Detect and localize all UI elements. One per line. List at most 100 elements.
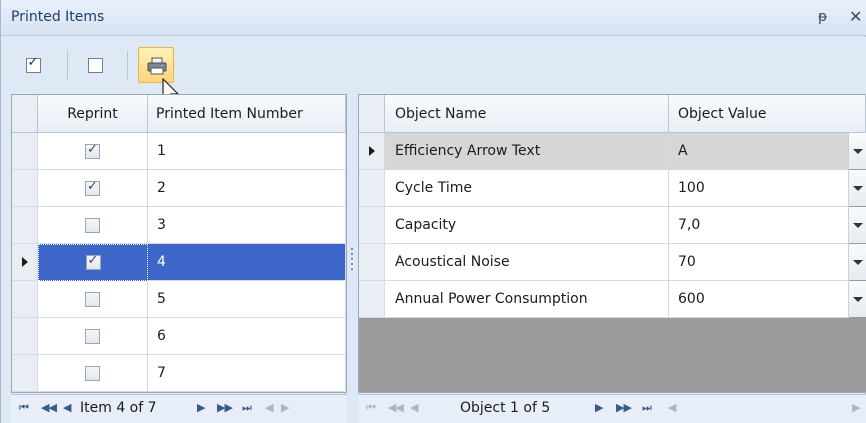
reprint-checkbox[interactable]: ✓ — [85, 178, 100, 196]
reprint-checkbox[interactable]: ✓ — [85, 253, 101, 270]
printed-items-panel: Printed Items ᵽ ✕ ✓ Reprint Printed Item… — [0, 0, 866, 423]
object-navigator: ⏮ ◀◀ ◀ Object 1 of 5 ▶ ▶▶ ⏭ ◀ ▶ — [358, 394, 866, 423]
reprint-cell[interactable]: ✓ — [38, 170, 148, 207]
toolbar-separator — [67, 51, 68, 79]
scroll-left-icon[interactable]: ◀ — [265, 401, 274, 414]
check-all-icon: ✓ — [25, 55, 41, 73]
object-name-cell[interactable]: Capacity — [385, 207, 669, 244]
previous-record-icon[interactable]: ◀ — [63, 401, 72, 414]
object-name-cell[interactable]: Acoustical Noise — [385, 244, 669, 281]
row-indicator[interactable] — [12, 170, 38, 207]
object-name-cell[interactable]: Annual Power Consumption — [385, 281, 669, 318]
value-dropdown-button[interactable] — [848, 133, 866, 169]
toolbar: ✓ — [1, 37, 866, 94]
scroll-left-icon[interactable]: ◀ — [668, 401, 677, 414]
printed-item-number-cell[interactable]: 4 — [148, 244, 346, 281]
reprint-cell[interactable] — [38, 207, 148, 244]
chevron-down-icon — [852, 296, 863, 302]
item-navigator: ⏮ ◀◀ ◀ Item 4 of 7 ▶ ▶▶ ⏭ ◀ ▶ — [11, 394, 347, 423]
value-dropdown-button[interactable] — [848, 170, 866, 206]
row-indicator[interactable] — [12, 355, 38, 392]
object-position-text: Object 1 of 5 — [460, 400, 551, 416]
previous-page-icon[interactable]: ◀◀ — [41, 401, 57, 414]
column-header-object-value[interactable]: Object Value — [669, 95, 866, 133]
object-name-cell[interactable]: Cycle Time — [385, 170, 669, 207]
value-dropdown-button[interactable] — [848, 207, 866, 243]
reprint-cell[interactable] — [38, 355, 148, 392]
chevron-down-icon — [852, 259, 863, 265]
column-header-printed-item-number[interactable]: Printed Item Number — [148, 95, 346, 133]
object-values-grid: Object Name Object Value Efficiency Arro… — [358, 94, 866, 393]
next-record-icon[interactable]: ▶ — [595, 401, 604, 414]
item-position-text: Item 4 of 7 — [80, 400, 157, 416]
object-value-cell[interactable]: 7,0 — [669, 207, 849, 244]
previous-page-icon[interactable]: ◀◀ — [388, 401, 404, 414]
reprint-cell[interactable]: ✓ — [38, 133, 148, 170]
chevron-down-icon — [852, 222, 863, 228]
panel-title: Printed Items — [11, 9, 105, 25]
close-icon[interactable]: ✕ — [849, 7, 862, 26]
object-name-cell[interactable]: Efficiency Arrow Text — [385, 133, 669, 170]
value-dropdown-button[interactable] — [848, 281, 866, 317]
printed-item-number-cell[interactable]: 7 — [148, 355, 346, 392]
row-indicator[interactable] — [359, 207, 385, 244]
object-value-cell[interactable]: 70 — [669, 244, 849, 281]
previous-record-icon[interactable]: ◀ — [410, 401, 419, 414]
print-icon — [147, 57, 167, 75]
reprint-checkbox[interactable] — [85, 291, 100, 307]
checkmark-icon: ✓ — [87, 141, 98, 157]
pin-icon[interactable]: ᵽ — [818, 9, 827, 25]
row-indicator[interactable] — [12, 318, 38, 355]
reprint-cell[interactable] — [38, 281, 148, 318]
printed-item-number-cell[interactable]: 1 — [148, 133, 346, 170]
column-header-object-name[interactable]: Object Name — [385, 95, 669, 133]
column-header-reprint[interactable]: Reprint — [38, 95, 148, 133]
object-value-cell[interactable]: 600 — [669, 281, 849, 318]
reprint-checkbox[interactable] — [85, 328, 100, 344]
printed-item-number-cell[interactable]: 6 — [148, 318, 346, 355]
panel-titlebar: Printed Items ᵽ ✕ — [1, 0, 866, 36]
last-record-icon[interactable]: ⏭ — [242, 401, 252, 415]
chevron-down-icon — [852, 185, 863, 191]
checkmark-icon: ✓ — [87, 178, 98, 194]
next-page-icon[interactable]: ▶▶ — [217, 401, 233, 414]
reprint-checkbox[interactable]: ✓ — [85, 141, 100, 159]
object-value-cell[interactable]: A — [669, 133, 849, 170]
row-indicator[interactable] — [12, 133, 38, 170]
printed-item-number-cell[interactable]: 2 — [148, 170, 346, 207]
first-record-icon[interactable]: ⏮ — [19, 401, 29, 415]
last-record-icon[interactable]: ⏭ — [642, 401, 652, 415]
row-indicator[interactable] — [359, 170, 385, 207]
next-page-icon[interactable]: ▶▶ — [616, 401, 632, 414]
row-indicator-header — [12, 95, 38, 133]
reprint-checkbox[interactable] — [85, 217, 100, 233]
row-indicator[interactable] — [359, 133, 385, 170]
row-indicator[interactable] — [12, 244, 38, 281]
scroll-right-icon[interactable]: ▶ — [852, 401, 861, 414]
toolbar-separator — [127, 51, 128, 79]
current-row-arrow-icon — [21, 257, 28, 267]
splitter[interactable] — [347, 94, 358, 423]
row-indicator[interactable] — [359, 244, 385, 281]
splitter-grip — [351, 248, 353, 272]
printed-items-grid: Reprint Printed Item Number ✓ 1 ✓ 2 3 ✓ 4 5 6 7 — [11, 94, 347, 393]
current-row-arrow-icon — [368, 146, 375, 156]
next-record-icon[interactable]: ▶ — [197, 401, 206, 414]
value-dropdown-button[interactable] — [848, 244, 866, 280]
printed-item-number-cell[interactable]: 5 — [148, 281, 346, 318]
check-all-button[interactable]: ✓ — [21, 53, 45, 77]
reprint-checkbox[interactable] — [85, 365, 100, 381]
first-record-icon[interactable]: ⏮ — [366, 401, 376, 415]
uncheck-all-button[interactable] — [83, 53, 107, 77]
row-indicator-header — [359, 95, 385, 133]
scroll-right-icon[interactable]: ▶ — [281, 401, 290, 414]
object-value-cell[interactable]: 100 — [669, 170, 849, 207]
chevron-down-icon — [852, 148, 863, 154]
row-indicator[interactable] — [12, 207, 38, 244]
row-indicator[interactable] — [12, 281, 38, 318]
printed-item-number-cell[interactable]: 3 — [148, 207, 346, 244]
reprint-cell[interactable]: ✓ — [38, 244, 148, 281]
checkmark-icon: ✓ — [87, 253, 99, 268]
row-indicator[interactable] — [359, 281, 385, 318]
reprint-cell[interactable] — [38, 318, 148, 355]
